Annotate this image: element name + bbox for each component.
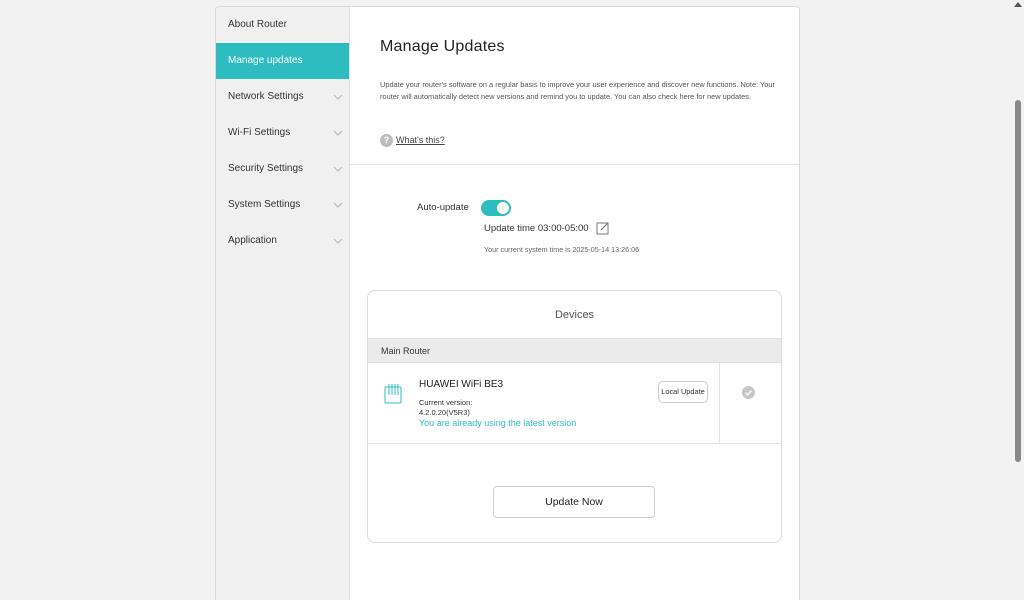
sidebar-item-label: System Settings: [228, 199, 301, 210]
sidebar-item-about-router[interactable]: About Router: [216, 7, 349, 43]
sidebar-item-label: Security Settings: [228, 163, 304, 174]
sidebar-item-security-settings[interactable]: Security Settings: [216, 151, 349, 187]
auto-update-label: Auto-update: [417, 202, 469, 213]
current-version-label: Current version:: [419, 398, 473, 407]
sidebar-item-application[interactable]: Application: [216, 223, 349, 259]
sidebar-item-label: Manage updates: [228, 55, 303, 66]
scroll-up-arrow-icon[interactable]: [1014, 2, 1022, 7]
update-now-button[interactable]: Update Now: [493, 486, 655, 518]
current-version-value: 4.2.0.20(V5R3): [419, 408, 470, 417]
auto-update-toggle[interactable]: [481, 200, 511, 216]
sidebar-item-network-settings[interactable]: Network Settings: [216, 79, 349, 115]
sidebar: About Router Manage updates Network Sett…: [216, 7, 350, 600]
sidebar-item-wifi-settings[interactable]: Wi-Fi Settings: [216, 115, 349, 151]
sidebar-item-label: Wi-Fi Settings: [228, 127, 291, 138]
divider: [350, 164, 799, 165]
sidebar-item-label: Network Settings: [228, 91, 304, 102]
divider: [719, 363, 720, 443]
router-icon: [384, 384, 402, 404]
local-update-button[interactable]: Local Update: [658, 381, 708, 403]
device-name: HUAWEI WiFi BE3: [419, 379, 504, 390]
edit-icon[interactable]: [596, 221, 610, 235]
update-time-text: Update time 03:00-05:00: [484, 223, 589, 234]
chevron-down-icon: [333, 94, 343, 100]
check-icon[interactable]: [742, 386, 755, 399]
sidebar-item-label: Application: [228, 235, 277, 246]
chevron-down-icon: [333, 130, 343, 136]
devices-card: Devices Main Router HUAWEI WiFi BE3 Curr…: [367, 290, 782, 543]
system-time-text: Your current system time is 2025-05-14 1…: [484, 245, 640, 254]
version-status: You are already using the latest version: [419, 418, 577, 428]
device-group-header: Main Router: [368, 339, 781, 363]
whats-this-label: What's this?: [396, 135, 445, 145]
sidebar-item-label: About Router: [228, 19, 287, 30]
checkmark-glyph: [745, 390, 753, 396]
page-description: Update your router's software on a regul…: [380, 80, 775, 102]
sidebar-item-manage-updates[interactable]: Manage updates: [216, 43, 349, 79]
toggle-knob: [497, 202, 509, 214]
whats-this-link[interactable]: ? What's this?: [380, 133, 445, 147]
router-settings-panel: About Router Manage updates Network Sett…: [215, 6, 800, 600]
chevron-down-icon: [333, 202, 343, 208]
page-title: Manage Updates: [380, 38, 505, 55]
scrollbar-thumb[interactable]: [1015, 100, 1021, 462]
chevron-down-icon: [333, 238, 343, 244]
devices-title: Devices: [554, 309, 595, 321]
sidebar-item-system-settings[interactable]: System Settings: [216, 187, 349, 223]
question-icon: ?: [380, 133, 393, 147]
main-content: Manage Updates Update your router's soft…: [350, 7, 799, 600]
divider: [368, 443, 781, 444]
chevron-down-icon: [333, 166, 343, 172]
